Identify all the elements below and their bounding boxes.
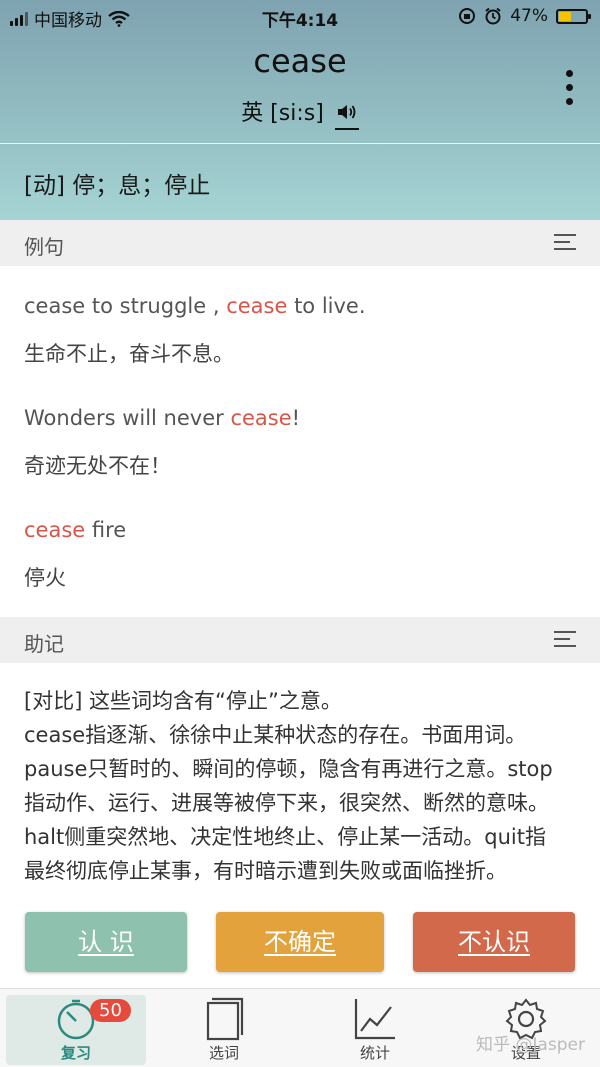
examples-section-header: 例句 — [0, 220, 600, 266]
example-sentence-zh: 奇迹无处不在！ — [24, 454, 171, 478]
know-button[interactable]: 认 识 — [25, 912, 187, 972]
example-text: Wonders will never — [24, 406, 231, 430]
tab-stats[interactable]: 统计 — [305, 995, 445, 1065]
header-divider — [0, 143, 600, 144]
example-sentence-zh: 停火 — [24, 566, 66, 590]
mnemonic-menu-icon[interactable] — [554, 631, 578, 652]
mnemonic-text: [对比] 这些词均含有“停止”之意。 cease指逐渐、徐徐中止某种状态的存在。… — [24, 684, 564, 908]
word-header: 中国移动 下午4:14 47% cease 英 [si:s] [动] 停；息；停… — [0, 0, 600, 220]
example-text: fire — [85, 518, 127, 542]
example-text: to live. — [287, 294, 366, 318]
rotation-lock-icon — [459, 8, 476, 24]
tab-stats-label: 统计 — [359, 1044, 390, 1062]
status-bar: 中国移动 下午4:14 47% — [0, 0, 600, 34]
mnemonic-section-header: 助记 — [0, 617, 600, 663]
example-sentence-en: cease to struggle , cease to live. — [24, 294, 366, 318]
bottom-tab-bar: 50 复习 选词 统计 设置 — [0, 988, 600, 1067]
example-keyword: cease — [230, 406, 292, 430]
example-keyword: cease — [226, 294, 288, 318]
example-text: cease to struggle , — [24, 294, 227, 318]
speaker-icon — [337, 105, 356, 119]
pronounce-button[interactable] — [334, 101, 359, 130]
example-sentence-en: Wonders will never cease! — [24, 406, 300, 430]
watermark: 知乎 @Jasper — [476, 1035, 585, 1055]
book-icon — [206, 997, 244, 1041]
unknown-button[interactable]: 不认识 — [413, 912, 575, 972]
phonetic-text: 英 [si:s] — [241, 101, 324, 126]
battery-icon — [556, 8, 591, 24]
tab-select-words[interactable]: 选词 — [154, 995, 294, 1065]
status-right: 47% — [458, 6, 591, 26]
mnemonic-body: cease指逐渐、徐徐中止某种状态的存在。书面用词。pause只暂时的、瞬间的停… — [24, 723, 553, 883]
tab-select-label: 选词 — [208, 1044, 239, 1062]
line-chart-icon — [354, 999, 395, 1040]
unsure-button[interactable]: 不确定 — [216, 912, 384, 972]
examples-menu-icon[interactable] — [554, 234, 578, 255]
mnemonic-section-title: 助记 — [24, 632, 64, 656]
battery-percent: 47% — [510, 6, 548, 26]
battery-level-fill — [559, 11, 572, 21]
example-sentence-en: cease fire — [24, 518, 126, 542]
mnemonic-line: [对比] 这些词均含有“停止”之意。 — [24, 689, 342, 713]
alarm-icon — [485, 7, 501, 25]
example-sentence-zh: 生命不止，奋斗不息。 — [24, 342, 234, 366]
examples-section-title: 例句 — [24, 235, 64, 259]
word-meaning: [动] 停；息；停止 — [24, 173, 211, 199]
example-keyword: cease — [24, 518, 86, 542]
word-title: cease — [253, 42, 347, 80]
example-text: ! — [291, 406, 301, 430]
review-count-badge: 50 — [90, 999, 131, 1022]
phonetic-row: 英 [si:s] — [0, 95, 600, 130]
more-options-button[interactable] — [566, 70, 574, 105]
tab-review-label: 复习 — [60, 1044, 91, 1062]
tab-review[interactable]: 50 复习 — [6, 995, 146, 1065]
